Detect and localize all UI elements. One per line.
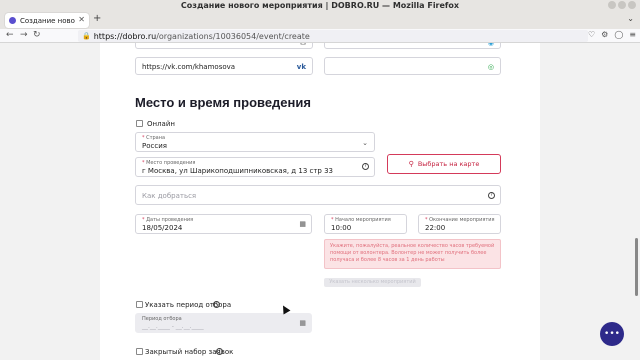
calendar-icon[interactable]: ▦ (299, 220, 306, 228)
mail-icon: ✉ (300, 43, 306, 47)
maximize-icon[interactable] (618, 1, 626, 9)
directions-field[interactable]: Как добраться (135, 185, 501, 205)
calendar-icon[interactable]: ▦ (299, 319, 306, 327)
reload-icon[interactable]: ↻ (33, 30, 41, 40)
window-title: Создание нового мероприятия | DOBRO.RU —… (180, 1, 460, 10)
tab-list-icon[interactable]: ⌄ (627, 14, 634, 23)
chat-button[interactable]: ••• (600, 322, 624, 346)
selection-period-field[interactable]: Период отбора __.__.____ - __.__.____ ▦ (135, 313, 312, 333)
chevron-down-icon: ⌄ (362, 139, 368, 147)
scrollbar-thumb[interactable] (635, 238, 638, 296)
lock-icon: 🔒 (82, 32, 91, 40)
start-time-label: Начало мероприятия (335, 217, 391, 223)
vk-icon: vk (296, 63, 306, 71)
whatsapp-icon: ◎ (487, 63, 494, 71)
menu-icon[interactable]: ≡ (629, 30, 636, 39)
error-line-2: помощи от волонтера. Волонтер не может п… (330, 250, 487, 256)
new-tab-icon[interactable]: + (93, 13, 101, 24)
vk-field[interactable]: https://vk.com/khamosova vk (135, 57, 313, 75)
section-title: Место и время проведения (135, 95, 311, 110)
choose-on-map-button[interactable]: ⚲ Выбрать на карте (387, 154, 501, 174)
dates-value: 18/05/2024 (142, 224, 183, 232)
place-field[interactable]: * Место проведения г Москва, ул Шарикопо… (135, 157, 375, 177)
telegram-field[interactable]: ◉ (324, 43, 501, 49)
selection-period-field-label: Период отбора (142, 316, 182, 322)
online-label: Онлайн (147, 120, 175, 128)
country-value: Россия (142, 142, 167, 150)
directions-help-icon[interactable]: ? (488, 192, 495, 199)
choose-on-map-label: Выбрать на карте (417, 160, 480, 168)
window-titlebar: Создание нового мероприятия | DOBRO.RU —… (0, 0, 640, 11)
selection-period-placeholder: __.__.____ - __.__.____ (142, 323, 204, 330)
account-icon[interactable]: ◯ (614, 30, 623, 39)
end-time-label: Окончание мероприятия (429, 217, 495, 223)
selection-period-checkbox[interactable] (136, 301, 143, 308)
dates-label: Даты проведения (146, 217, 194, 223)
tab-create-event[interactable]: Создание нового ✕ (5, 13, 89, 28)
url-text: https://dobro.ru/organizations/10036054/… (93, 31, 310, 41)
end-time-value: 22:00 (425, 224, 446, 232)
tab-label: Создание нового (20, 16, 75, 25)
start-time-value: 10:00 (331, 224, 352, 232)
place-label: Место проведения (146, 160, 196, 166)
start-time-field[interactable]: * Начало мероприятия 10:00 (324, 214, 407, 234)
toolbar-icons: ♡ ⚙ ◯ ≡ (588, 30, 636, 39)
place-value: г Москва, ул Шарикоподшипниковская, д 13… (142, 167, 334, 175)
window-controls (608, 1, 636, 9)
dates-field[interactable]: * Даты проведения 18/05/2024 ▦ (135, 214, 312, 234)
tab-strip: Создание нового ✕ + ⌄ (0, 11, 640, 29)
telegram-icon: ◉ (487, 43, 494, 47)
vk-value: https://vk.com/khamosova (142, 63, 236, 71)
whatsapp-field[interactable]: ◎ (324, 57, 501, 75)
close-tab-icon[interactable]: ✕ (78, 15, 85, 24)
email-field[interactable]: ✉ (135, 43, 313, 49)
hours-error-message: Укажите, пожалуйста, реальное количество… (324, 239, 501, 269)
closed-recruitment-checkbox[interactable] (136, 348, 143, 355)
end-time-field[interactable]: * Окончание мероприятия 22:00 (418, 214, 501, 234)
minimize-icon[interactable] (608, 1, 616, 9)
page-scrollbar[interactable] (635, 43, 639, 360)
chat-icon: ••• (604, 328, 620, 339)
navigation-bar: ← → ↻ 🔒 https://dobro.ru/organizations/1… (0, 29, 640, 43)
closed-recruitment-help-icon[interactable]: ? (216, 348, 223, 355)
pocket-icon[interactable]: ♡ (588, 30, 595, 39)
place-help-icon[interactable]: ? (362, 163, 369, 170)
country-label: Страна (146, 135, 166, 141)
map-pin-icon: ⚲ (408, 160, 414, 168)
selection-period-help-icon[interactable]: ? (213, 301, 220, 308)
error-line-3: получаса и более 8 часов за 1 день работ… (330, 257, 445, 263)
add-events-button[interactable]: Указать несколько мероприятий (324, 278, 421, 287)
close-window-icon[interactable] (628, 1, 636, 9)
forward-icon[interactable]: → (20, 30, 28, 40)
error-line-1: Укажите, пожалуйста, реальное количество… (330, 243, 495, 249)
event-form: ✉ ◉ https://vk.com/khamosova vk ◎ Место … (100, 43, 540, 360)
back-icon[interactable]: ← (6, 30, 14, 40)
country-select[interactable]: * Страна Россия ⌄ (135, 132, 375, 152)
extensions-icon[interactable]: ⚙ (601, 30, 608, 39)
page-viewport: ✉ ◉ https://vk.com/khamosova vk ◎ Место … (0, 43, 640, 360)
directions-placeholder: Как добраться (142, 192, 197, 200)
url-bar[interactable]: 🔒 https://dobro.ru/organizations/1003605… (78, 30, 588, 42)
dobro-favicon-icon (9, 17, 16, 24)
online-checkbox[interactable] (136, 120, 143, 127)
